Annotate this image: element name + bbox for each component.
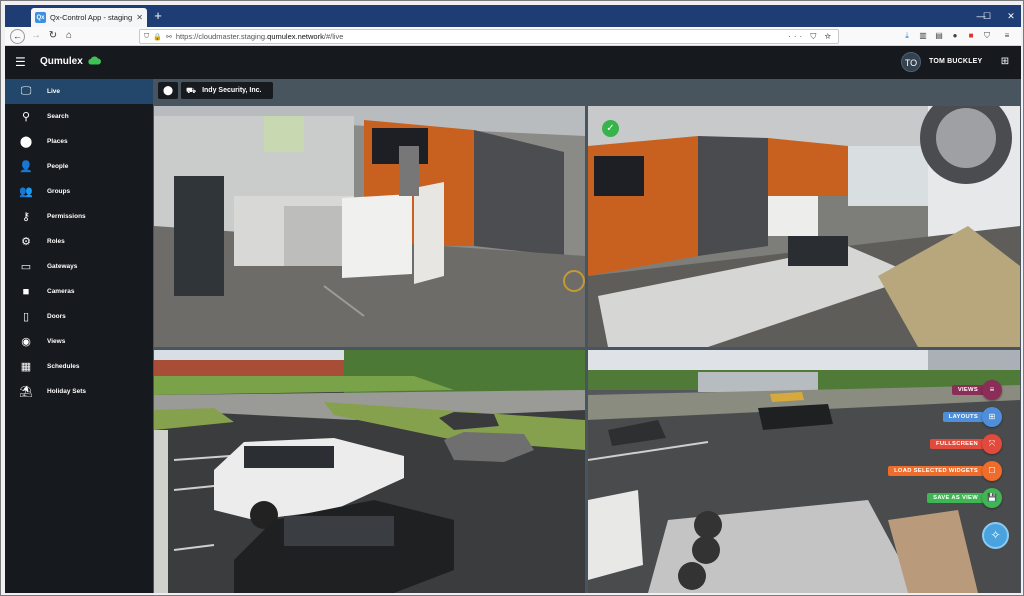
sidebar-item-label: Search bbox=[47, 113, 69, 120]
location-pin-button[interactable]: ⬤ bbox=[158, 82, 178, 99]
library-icon[interactable]: ▥ bbox=[917, 30, 929, 42]
organization-label: Indy Security, Inc. bbox=[202, 87, 262, 94]
sidebar-item-places[interactable]: ⬤ Places bbox=[5, 129, 153, 154]
sidebar-item-views[interactable]: ◉ Views bbox=[5, 329, 153, 354]
sidebar-item-label: Permissions bbox=[47, 213, 86, 220]
selected-check-icon: ✓ bbox=[602, 120, 619, 137]
sidebar-item-groups[interactable]: 👥 Groups bbox=[5, 179, 153, 204]
fab-fullscreen-icon[interactable]: ⤧ bbox=[982, 434, 1002, 454]
avatar[interactable]: TO bbox=[901, 52, 921, 72]
fab-label[interactable]: LOAD SELECTED WIDGETS bbox=[888, 466, 984, 476]
ublock-icon[interactable]: ⛉ bbox=[981, 30, 993, 42]
brand-name: Qumulex bbox=[40, 56, 83, 67]
page-actions[interactable]: ··· ⛉ ☆ bbox=[788, 30, 834, 43]
sidebar-item-roles[interactable]: ⚙ Roles bbox=[5, 229, 153, 254]
sidebar-item-label: Groups bbox=[47, 188, 71, 195]
browser-window: Qx Qx-Control App - staging ✕ + — ☐ ✕ ← … bbox=[0, 0, 1024, 596]
fab-views-icon[interactable]: ≡ bbox=[982, 380, 1002, 400]
apps-grid-icon[interactable]: ⊞ bbox=[999, 56, 1011, 68]
camera-feed-parking-lot[interactable] bbox=[154, 350, 585, 593]
fab-save-as-view-icon[interactable]: 💾 bbox=[982, 488, 1002, 508]
map-pin-icon: ⬤ bbox=[19, 136, 33, 148]
fab-load-selected-widgets-icon[interactable]: ☐ bbox=[982, 461, 1002, 481]
tab-title: Qx-Control App - staging bbox=[50, 13, 133, 22]
fab-layouts[interactable]: LAYOUTS ⊞ bbox=[942, 407, 1002, 427]
sidebar-item-gateways[interactable]: ▭ Gateways bbox=[5, 254, 153, 279]
browser-nav-bar: ← → ↻ ⌂ ⛉ 🔒 ⚯ https://cloudmaster.stagin… bbox=[5, 27, 1021, 46]
fab-layouts-icon[interactable]: ⊞ bbox=[982, 407, 1002, 427]
door-icon: ▯ bbox=[22, 311, 30, 323]
sidebar-item-cameras[interactable]: ■ Cameras bbox=[5, 279, 153, 304]
account-icon[interactable]: ● bbox=[949, 30, 961, 42]
downloads-icon[interactable]: ⤓ bbox=[901, 30, 913, 42]
fab-load-selected-widgets[interactable]: LOAD SELECTED WIDGETS ☐ bbox=[888, 461, 1002, 481]
hdd-icon: ▭ bbox=[20, 261, 32, 273]
lock-icon: 🔒 bbox=[153, 33, 162, 41]
truck-icon: ⛟ bbox=[186, 85, 197, 95]
camera-feed-office[interactable] bbox=[154, 106, 585, 347]
sidebar-item-label: Cameras bbox=[47, 288, 75, 295]
sidebar-item-label: People bbox=[47, 163, 69, 170]
forward-button[interactable]: → bbox=[28, 28, 44, 44]
browser-tab[interactable]: Qx Qx-Control App - staging ✕ bbox=[31, 8, 147, 27]
sidebar-item-label: Roles bbox=[47, 238, 65, 245]
calendar-icon: ▦ bbox=[20, 361, 32, 373]
reload-button[interactable]: ↻ bbox=[45, 28, 61, 44]
sidebar-icon[interactable]: ▤ bbox=[933, 30, 945, 42]
group-icon: 👥 bbox=[19, 186, 33, 198]
extension-icon[interactable]: ■ bbox=[965, 30, 977, 42]
home-button[interactable]: ⌂ bbox=[61, 28, 77, 44]
sidebar: 🖵 Live ⚲ Search ⬤ Places 👤 People 👥 Groups ⚷ Permis… bbox=[5, 79, 153, 593]
sidebar-item-permissions[interactable]: ⚷ Permissions bbox=[5, 204, 153, 229]
eye-icon: ◉ bbox=[21, 336, 31, 348]
sidebar-item-label: Places bbox=[47, 138, 68, 145]
video-icon: ■ bbox=[22, 285, 30, 298]
url-bar[interactable]: ⛉ 🔒 ⚯ https://cloudmaster.staging.qumule… bbox=[139, 29, 839, 44]
sidebar-item-label: Holiday Sets bbox=[47, 388, 87, 395]
search-icon: ⚲ bbox=[21, 111, 31, 123]
app-favicon-icon: Qx bbox=[35, 12, 46, 23]
umbrella-beach-icon: ⛱ bbox=[19, 386, 33, 398]
sidebar-item-label: Views bbox=[47, 338, 66, 345]
speed-dial-toggle-button[interactable]: ✧ bbox=[982, 522, 1009, 549]
sidebar-item-label: Doors bbox=[47, 313, 66, 320]
sidebar-item-people[interactable]: 👤 People bbox=[5, 154, 153, 179]
cloud-icon bbox=[88, 56, 101, 65]
app-header: ☰ Qumulex TO TOM BUCKLEY ⊞ bbox=[5, 46, 1021, 79]
user-cog-icon: ⚙ bbox=[21, 236, 31, 248]
fab-views[interactable]: VIEWS ≡ bbox=[951, 380, 1002, 400]
sidebar-item-holiday-sets[interactable]: ⛱ Holiday Sets bbox=[5, 379, 153, 404]
fab-label[interactable]: FULLSCREEN bbox=[930, 439, 984, 449]
tab-close-icon[interactable]: ✕ bbox=[136, 13, 143, 22]
sidebar-item-search[interactable]: ⚲ Search bbox=[5, 104, 153, 129]
key-icon: ⚷ bbox=[21, 211, 31, 223]
fab-label[interactable]: VIEWS bbox=[951, 385, 984, 395]
url-text: https://cloudmaster.staging.qumulex.netw… bbox=[175, 32, 344, 41]
monitor-icon: 🖵 bbox=[20, 85, 32, 97]
tracking-icon: ⚯ bbox=[165, 33, 172, 41]
tab-strip: Qx Qx-Control App - staging ✕ + — ☐ ✕ bbox=[5, 5, 1021, 27]
sidebar-item-live[interactable]: 🖵 Live bbox=[5, 79, 153, 104]
organization-selector[interactable]: ⛟ Indy Security, Inc. bbox=[181, 82, 273, 99]
live-view-area: ⬤ ⛟ Indy Security, Inc. ✓ bbox=[153, 79, 1021, 593]
sidebar-item-label: Live bbox=[47, 88, 61, 95]
menu-icon[interactable]: ≡ bbox=[1001, 30, 1013, 42]
back-button[interactable]: ← bbox=[10, 29, 25, 44]
fab-label[interactable]: LAYOUTS bbox=[942, 412, 984, 422]
sidebar-item-label: Gateways bbox=[47, 263, 78, 270]
person-icon: 👤 bbox=[19, 161, 33, 173]
sidebar-item-schedules[interactable]: ▦ Schedules bbox=[5, 354, 153, 379]
fab-label[interactable]: SAVE AS VIEW bbox=[927, 493, 984, 503]
shield-icon: ⛉ bbox=[144, 32, 150, 40]
new-tab-button[interactable]: + bbox=[151, 8, 165, 24]
fab-save-as-view[interactable]: SAVE AS VIEW 💾 bbox=[927, 488, 1002, 508]
sidebar-item-label: Schedules bbox=[47, 363, 80, 370]
close-window-button[interactable]: ✕ bbox=[1001, 8, 1021, 24]
fab-fullscreen[interactable]: FULLSCREEN ⤧ bbox=[930, 434, 1002, 454]
maximize-button[interactable]: ☐ bbox=[977, 8, 997, 24]
username[interactable]: TOM BUCKLEY bbox=[929, 58, 982, 65]
camera-feed-workspace[interactable]: ✓ bbox=[588, 106, 1020, 347]
sidebar-item-doors[interactable]: ▯ Doors bbox=[5, 304, 153, 329]
hamburger-menu-icon[interactable]: ☰ bbox=[15, 55, 29, 69]
